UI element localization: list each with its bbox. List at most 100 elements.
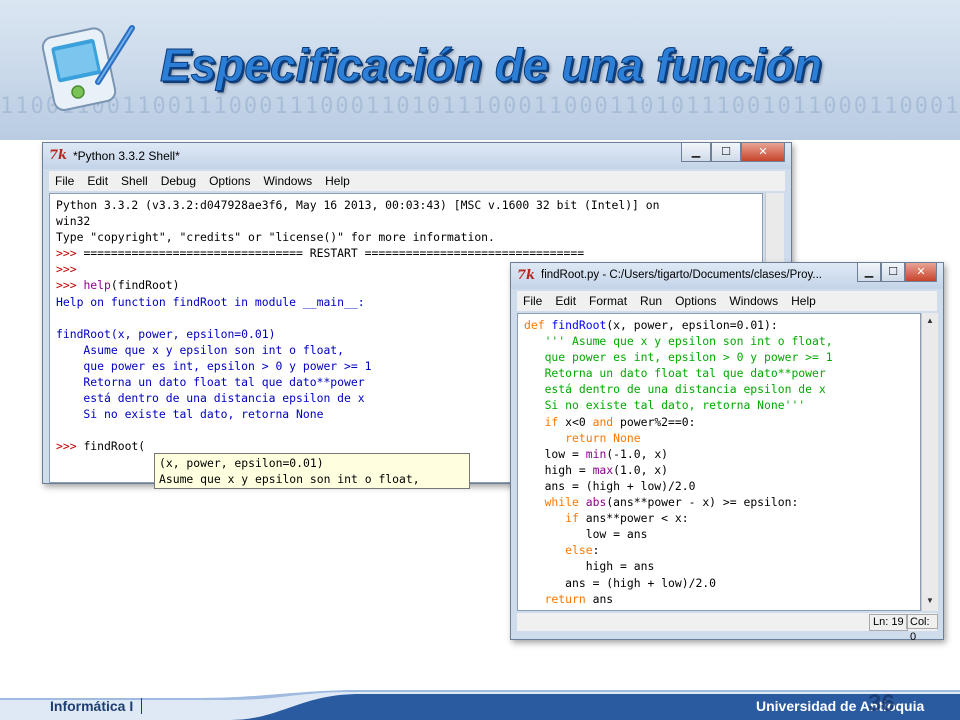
editor-menu-edit[interactable]: Edit [549, 294, 583, 308]
shell-line: >>> findRoot( [56, 439, 145, 453]
slide-title: Especificación de una función [159, 39, 823, 92]
editor-menu-file[interactable]: File [517, 294, 549, 308]
code-token: def [524, 318, 552, 332]
shell-menu-options[interactable]: Options [203, 174, 257, 188]
minimize-button[interactable]: ▁ [681, 143, 711, 162]
editor-window[interactable]: 7k findRoot.py - C:/Users/tigarto/Docume… [510, 262, 944, 643]
tk-icon: 7k [49, 148, 68, 163]
calltip-popup: (x, power, epsilon=0.01) Asume que x y e… [154, 453, 470, 489]
code-token: help [83, 278, 111, 293]
editor-menubar: File Edit Format Run Options Windows Help [517, 291, 937, 311]
shell-line: está dentro de una distancia epsilon de … [56, 391, 365, 406]
shell-menu-shell[interactable]: Shell [115, 174, 155, 188]
shell-menu-debug[interactable]: Debug [155, 174, 203, 188]
shell-line: Type "copyright", "credits" or "license(… [56, 230, 495, 244]
editor-line: high = ans [524, 559, 655, 574]
scroll-up-icon[interactable]: ▲ [923, 314, 937, 328]
shell-line: >>> help(findRoot) [56, 278, 179, 292]
shell-menubar: File Edit Shell Debug Options Windows Help [49, 171, 785, 191]
code-token: ================================ RESTART… [83, 246, 585, 261]
shell-titlebar[interactable]: 7k *Python 3.3.2 Shell* ▁ ☐ ✕ [43, 143, 791, 169]
minimize-button[interactable]: ▁ [857, 263, 881, 282]
shell-line: >>> [56, 262, 83, 276]
code-token: ans**power < x: [578, 511, 689, 526]
shell-menu-edit[interactable]: Edit [81, 174, 115, 188]
editor-scrollbar[interactable]: ▲ ▼ [921, 313, 938, 611]
code-token: findRoot(x, power, epsilon=0.01) [56, 326, 276, 341]
shell-menu-windows[interactable]: Windows [257, 174, 319, 188]
code-token: while [544, 495, 579, 510]
code-token: está dentro de una distancia epsilon de … [56, 391, 365, 406]
editor-menu-run[interactable]: Run [634, 294, 669, 308]
editor-menu-options[interactable]: Options [669, 294, 723, 308]
editor-line: else: [524, 543, 599, 557]
shell-line: Retorna un dato float tal que dato**powe… [56, 375, 364, 389]
editor-line: if x<0 and power%2==0: [524, 414, 696, 429]
code-token: win32 [56, 214, 91, 229]
code-token: and [592, 414, 614, 429]
footer-separator [141, 698, 142, 714]
code-token: >>> [56, 439, 84, 454]
code-token: low = [524, 446, 586, 461]
editor-line: low = min(-1.0, x) [524, 447, 668, 461]
shell-menu-help[interactable]: Help [319, 174, 357, 188]
code-token: findRoot( [83, 439, 146, 454]
shell-window-title: *Python 3.3.2 Shell* [73, 149, 180, 163]
code-token: Help on function findRoot in module __ma… [56, 294, 365, 309]
code-token: if [565, 511, 579, 526]
editor-window-title: findRoot.py - C:/Users/tigarto/Documents… [541, 269, 822, 281]
editor-line: high = max(1.0, x) [524, 463, 668, 477]
code-token: >>> [56, 246, 84, 261]
code-token: else [565, 543, 593, 558]
maximize-button[interactable]: ☐ [881, 263, 905, 282]
code-token: high = ans [524, 559, 655, 574]
code-token: : [592, 543, 600, 558]
editor-text-area[interactable]: def findRoot(x, power, epsilon=0.01): ''… [517, 313, 921, 611]
footer-university: Universidad de Antioquia [756, 698, 925, 714]
code-token: >>> [56, 278, 84, 293]
scroll-down-icon[interactable]: ▼ [923, 594, 937, 608]
pda-logo-icon [41, 25, 135, 111]
editor-titlebar[interactable]: 7k findRoot.py - C:/Users/tigarto/Docume… [511, 263, 943, 289]
editor-menu-help[interactable]: Help [785, 294, 823, 308]
code-token: return None [565, 430, 641, 445]
editor-line: return ans [524, 592, 614, 606]
footer-course: Informática I [50, 698, 134, 714]
shell-line: Help on function findRoot in module __ma… [56, 295, 365, 309]
shell-menu-file[interactable]: File [49, 174, 81, 188]
code-token: Type "copyright", "credits" or "license(… [56, 230, 495, 245]
code-token: x<0 [558, 414, 593, 429]
tk-icon: 7k [517, 268, 536, 283]
editor-menu-format[interactable]: Format [583, 294, 634, 308]
code-token: Python 3.3.2 (v3.3.2:d047928ae3f6, May 1… [56, 198, 660, 212]
editor-line: return None [524, 430, 641, 445]
code-token: >>> [56, 262, 84, 277]
code-token: está dentro de una distancia epsilon de … [524, 382, 826, 397]
code-token: Si no existe tal dato, retorna None''' [524, 398, 806, 413]
shell-line: Si no existe tal dato, retorna None [56, 407, 323, 421]
code-token: (1.0, x) [613, 462, 669, 477]
editor-line: def findRoot(x, power, epsilon=0.01): [524, 318, 778, 332]
code-token: low = ans [524, 527, 648, 542]
shell-line: win32 [56, 214, 90, 228]
close-button[interactable]: ✕ [741, 143, 785, 162]
editor-menu-windows[interactable]: Windows [723, 294, 785, 308]
code-token: (-1.0, x) [606, 446, 669, 461]
editor-line: Si no existe tal dato, retorna None''' [524, 398, 806, 413]
maximize-button[interactable]: ☐ [711, 143, 741, 162]
editor-code[interactable]: def findRoot(x, power, epsilon=0.01): ''… [518, 314, 920, 610]
code-token: Asume que x y epsilon son int o float, [56, 342, 345, 357]
code-token: abs [585, 495, 607, 510]
close-button[interactable]: ✕ [905, 263, 937, 282]
code-token: (findRoot) [110, 278, 180, 293]
shell-line: Asume que x y epsilon son int o float, [56, 343, 344, 357]
code-token: Si no existe tal dato, retorna None [56, 407, 324, 422]
editor-line: ans = (high + low)/2.0 [524, 479, 696, 493]
calltip-line-1: (x, power, epsilon=0.01) [159, 456, 324, 470]
